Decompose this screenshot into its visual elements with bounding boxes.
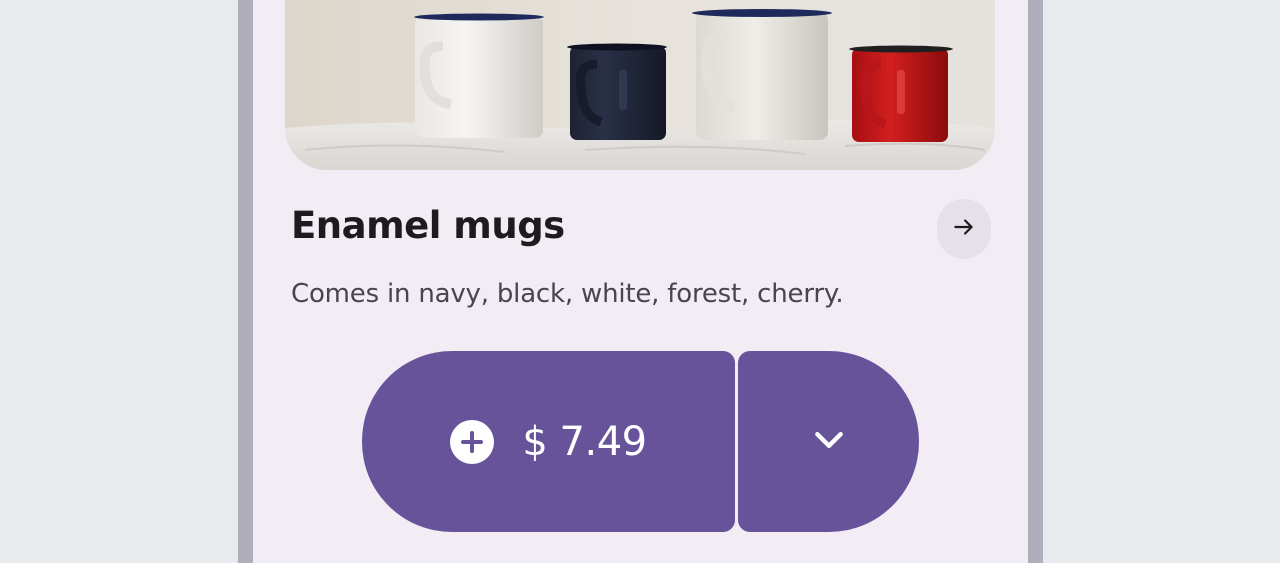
add-to-cart-split-button: $ 7.49	[362, 351, 919, 532]
add-circle-icon	[450, 419, 495, 464]
product-title: Enamel mugs	[291, 204, 565, 247]
options-dropdown-button[interactable]	[738, 351, 919, 532]
chevron-down-icon	[809, 420, 849, 464]
details-button[interactable]	[937, 199, 991, 259]
product-description: Comes in navy, black, white, forest, che…	[291, 279, 844, 309]
add-to-cart-button[interactable]: $ 7.49	[362, 351, 735, 532]
device-frame: Enamel mugs Comes in navy, black, white,…	[238, 0, 1043, 563]
product-image	[285, 0, 995, 170]
price-label: $ 7.49	[522, 418, 647, 465]
arrow-right-icon	[951, 214, 977, 244]
product-card: Enamel mugs Comes in navy, black, white,…	[253, 0, 1028, 563]
